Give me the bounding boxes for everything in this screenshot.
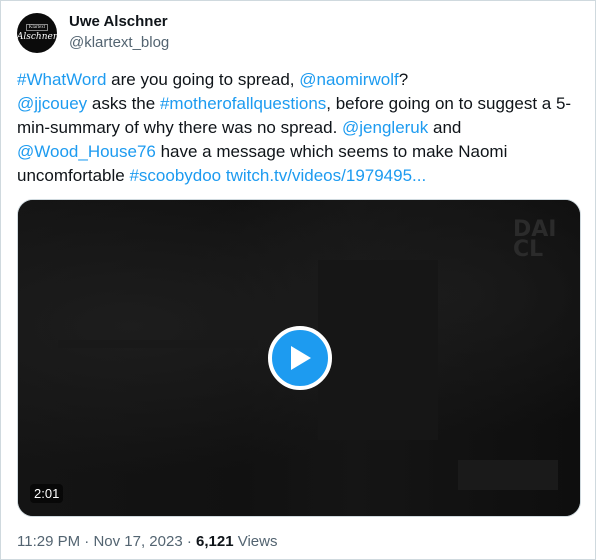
- mention-link[interactable]: @jjcouey: [17, 94, 87, 113]
- play-icon: [291, 346, 311, 370]
- author-handle[interactable]: @klartext_blog: [69, 34, 169, 51]
- mention-link[interactable]: @jengleruk: [342, 118, 428, 137]
- tweet-card: Klartext Alschner Uwe Alschner @klartext…: [0, 0, 596, 560]
- mention-link[interactable]: @naomirwolf: [299, 70, 398, 89]
- author-name[interactable]: Uwe Alschner: [69, 13, 168, 30]
- tweet-text-segment: ?: [398, 70, 409, 89]
- tweet-text: #WhatWord are you going to spread, @naom…: [17, 68, 577, 188]
- views-count: 6,121: [196, 533, 234, 550]
- tweet-text-segment: are you going to spread,: [106, 70, 300, 89]
- play-button[interactable]: [268, 326, 332, 390]
- tweet-time[interactable]: 11:29 PM: [17, 533, 80, 550]
- separator-dot: ·: [182, 533, 197, 550]
- avatar[interactable]: Klartext Alschner: [17, 13, 57, 53]
- tweet-text-line-1: #WhatWord are you going to spread, @naom…: [17, 68, 577, 92]
- tweet-metadata: 11:29 PM · Nov 17, 2023 · 6,121 Views: [17, 533, 277, 550]
- views-label: Views: [233, 533, 278, 550]
- hashtag-link[interactable]: #motherofallquestions: [160, 94, 326, 113]
- video-duration: 2:01: [30, 484, 64, 503]
- video-player[interactable]: DAI CL 2:01: [17, 199, 581, 517]
- url-link[interactable]: twitch.tv/videos/1979495...: [226, 166, 426, 185]
- tweet-text-segment: asks the: [87, 94, 160, 113]
- tweet-date[interactable]: Nov 17, 2023: [93, 533, 182, 550]
- separator-dot: ·: [80, 533, 94, 550]
- mention-link[interactable]: @Wood_House76: [17, 142, 156, 161]
- hashtag-link[interactable]: #scoobydoo: [129, 166, 221, 185]
- tweet-text-segment: and: [428, 118, 462, 137]
- hashtag-link[interactable]: #WhatWord: [17, 70, 106, 89]
- tweet-text-paragraph-2: @jjcouey asks the #motherofallquestions,…: [17, 92, 577, 188]
- avatar-signature: Alschner: [17, 32, 57, 42]
- avatar-logo-text: Klartext: [25, 24, 49, 31]
